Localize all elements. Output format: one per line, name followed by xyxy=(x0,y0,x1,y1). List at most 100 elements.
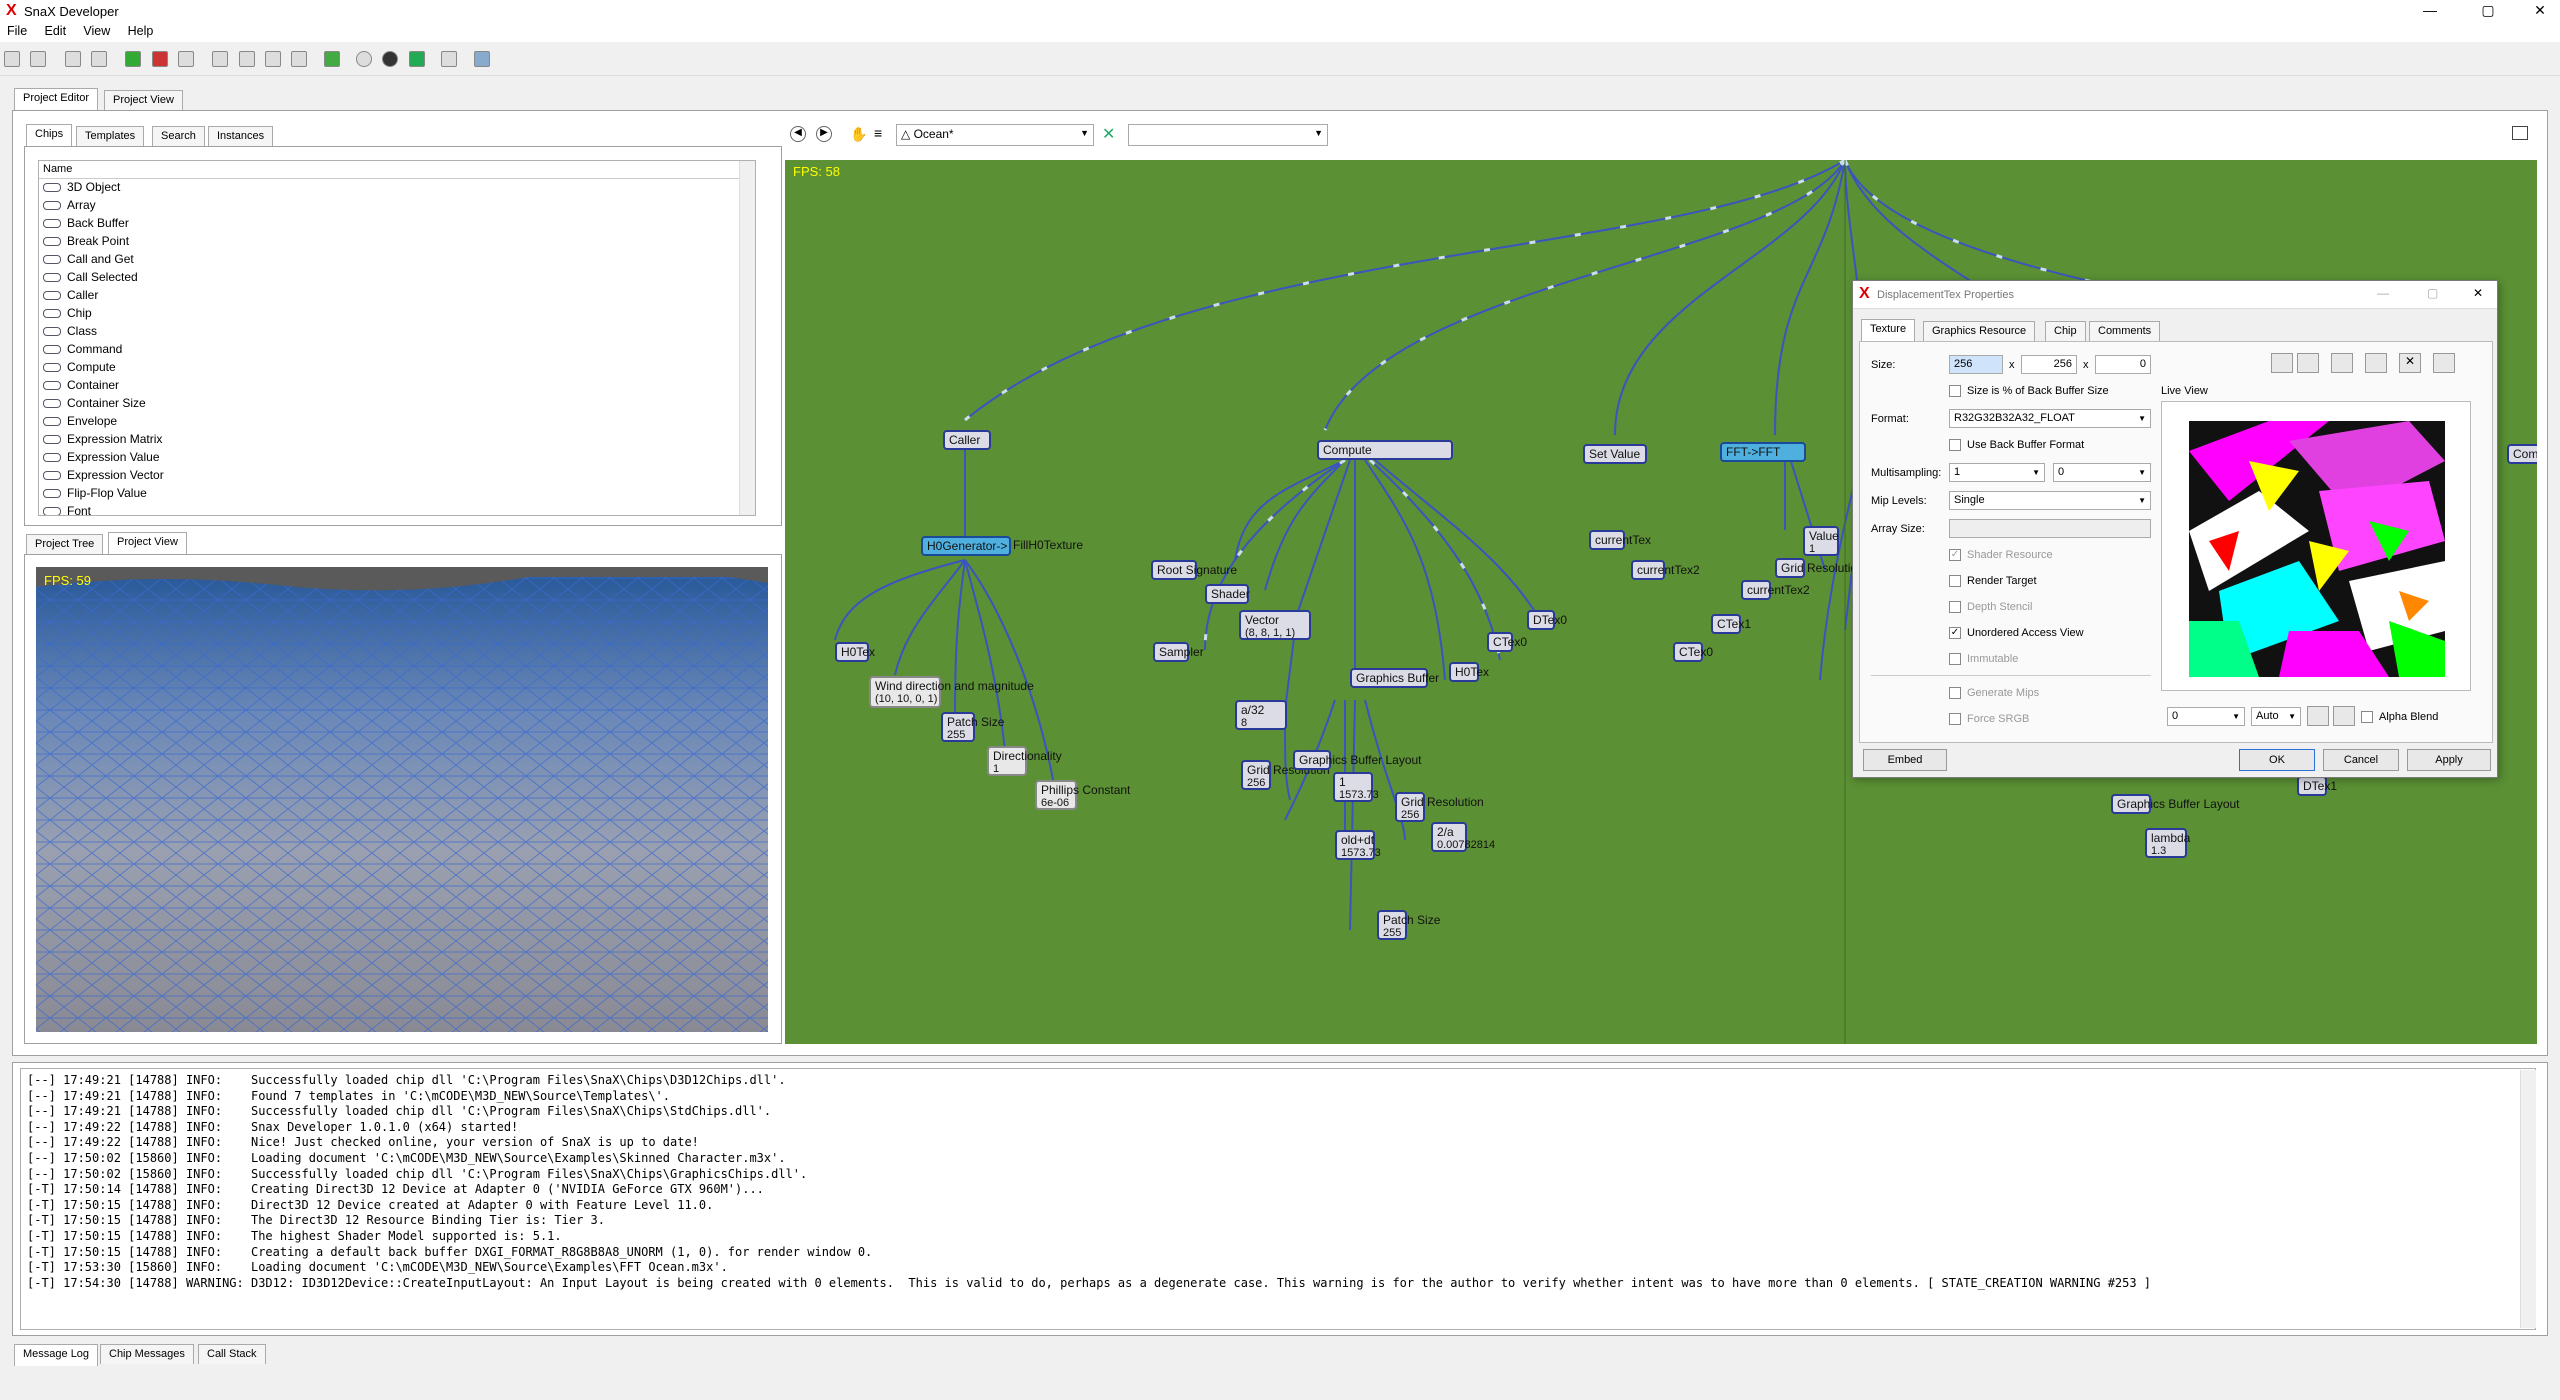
chip-list-item[interactable]: Font xyxy=(39,503,755,515)
chip-list-item[interactable]: Flip-Flop Value xyxy=(39,485,755,503)
shader-resource-checkbox[interactable]: ✓ Shader Resource xyxy=(1949,549,2053,562)
node-ctex0-b[interactable]: CTex0 xyxy=(1673,642,1713,662)
hand-icon[interactable]: ✋ xyxy=(850,126,867,143)
chip-list-item[interactable]: Break Point xyxy=(39,233,755,251)
back-icon[interactable]: ◀ xyxy=(790,126,806,142)
tab-project-view[interactable]: Project View xyxy=(104,90,183,110)
node-current-tex[interactable]: currentTex xyxy=(1589,530,1651,550)
node-root-signature[interactable]: Root Signature xyxy=(1151,560,1237,580)
forward-icon[interactable]: ▶ xyxy=(816,126,832,142)
embed-button[interactable]: Embed xyxy=(1863,749,1947,771)
open-icon[interactable] xyxy=(30,51,47,67)
node-h0tex[interactable]: H0Tex xyxy=(835,642,875,662)
stop-icon[interactable] xyxy=(382,51,399,67)
node-dtex1[interactable]: DTex1 xyxy=(2297,776,2337,796)
dialog-tab-chip[interactable]: Chip xyxy=(2045,321,2086,341)
node-current-tex2-b[interactable]: currentTex2 xyxy=(1741,580,1810,600)
node-current-tex2[interactable]: currentTex2 xyxy=(1631,560,1700,580)
tab-project-tree[interactable]: Project Tree xyxy=(26,534,104,554)
copy-icon[interactable] xyxy=(2365,353,2387,373)
node-gb-layout[interactable]: Graphics Buffer Layout xyxy=(1293,750,1422,770)
chip-list-item[interactable]: Class xyxy=(39,323,755,341)
tab-project-view-lower[interactable]: Project View xyxy=(108,532,187,554)
node-h0generator[interactable]: H0Generator-> xyxy=(921,536,1011,556)
tab-message-log[interactable]: Message Log xyxy=(14,1344,99,1366)
depth-stencil-checkbox[interactable]: Depth Stencil xyxy=(1949,601,2032,614)
node-sampler[interactable]: Sampler xyxy=(1153,642,1204,662)
node-compute[interactable]: Compute xyxy=(1317,440,1453,460)
render-target-checkbox[interactable]: Render Target xyxy=(1949,575,2037,588)
document-combo[interactable]: △ Ocean* ▼ xyxy=(896,124,1094,146)
node-gb-layout-2[interactable]: Graphics Buffer Layout xyxy=(2111,794,2240,814)
close-button[interactable]: ✕ xyxy=(2520,2,2560,19)
maximize-button[interactable]: ▢ xyxy=(2468,2,2508,19)
node-value[interactable]: Value 1 xyxy=(1803,526,1839,556)
menu-edit[interactable]: Edit xyxy=(38,22,74,40)
generate-mips-checkbox[interactable]: Generate Mips xyxy=(1949,687,2039,700)
debug-icon[interactable] xyxy=(408,51,425,67)
node-grid-resolution-2[interactable]: Grid Resolution 256 xyxy=(1395,792,1484,822)
force-srgb-checkbox[interactable]: Force SRGB xyxy=(1949,713,2029,726)
ok-button[interactable]: OK xyxy=(2239,749,2315,771)
node-old-dt[interactable]: old+dt 1573.73 xyxy=(1335,830,1381,860)
menu-file[interactable]: File xyxy=(0,22,34,40)
tab-instances[interactable]: Instances xyxy=(208,126,274,146)
clear-icon[interactable]: ✕ xyxy=(2399,353,2421,373)
chip-list-item[interactable]: Container xyxy=(39,377,755,395)
use-backbuffer-format-checkbox[interactable]: Use Back Buffer Format xyxy=(1949,439,2084,452)
node-patch-size[interactable]: Patch Size 255 xyxy=(941,712,1004,742)
menu-view[interactable]: View xyxy=(76,22,117,40)
node-shader[interactable]: Shader xyxy=(1205,584,1250,604)
mip-levels-combo[interactable]: Single ▼ xyxy=(1949,491,2151,510)
save-all-icon[interactable] xyxy=(151,51,168,67)
tab-chip-messages[interactable]: Chip Messages xyxy=(100,1344,194,1364)
node-grid-resolution-3[interactable]: Grid Resolution xyxy=(1775,558,1864,578)
node-phillips[interactable]: Phillips Constant 6e-06 xyxy=(1035,780,1130,810)
zoom-in-icon[interactable] xyxy=(2307,706,2329,726)
node-grid-resolution[interactable]: Grid Resolution 256 xyxy=(1241,760,1330,790)
chip-list-item[interactable]: Back Buffer xyxy=(39,215,755,233)
options-icon[interactable] xyxy=(2433,353,2455,373)
node-h0tex-2[interactable]: H0Tex xyxy=(1449,662,1489,682)
chip-list-item[interactable]: Call Selected xyxy=(39,269,755,287)
chip-list-item[interactable]: Chip xyxy=(39,305,755,323)
ms-count-combo[interactable]: 1 ▼ xyxy=(1949,463,2045,482)
node-lambda[interactable]: lambda 1.3 xyxy=(2145,828,2190,858)
list-icon[interactable]: ≡ xyxy=(874,125,882,141)
new-icon[interactable] xyxy=(4,51,20,67)
node-ctex1[interactable]: CTex1 xyxy=(1711,614,1751,634)
cut-icon[interactable] xyxy=(212,51,229,67)
node-directionality[interactable]: Directionality 1 xyxy=(987,746,1062,776)
dialog-tab-comments[interactable]: Comments xyxy=(2089,321,2161,341)
save-icon[interactable] xyxy=(125,51,142,67)
save-icon[interactable] xyxy=(2297,353,2319,373)
live-view-slice-combo[interactable]: 0 ▼ xyxy=(2167,707,2245,726)
tab-chips[interactable]: Chips xyxy=(26,124,73,146)
node-set-value[interactable]: Set Value xyxy=(1583,444,1647,464)
node-fft[interactable]: FFT->FFT xyxy=(1720,442,1806,462)
open-doc-icon[interactable] xyxy=(91,51,108,67)
column-header-name[interactable]: Name xyxy=(39,161,755,179)
alpha-blend-checkbox[interactable]: Alpha Blend xyxy=(2361,711,2438,724)
dialog-close-button[interactable]: ✕ xyxy=(2473,286,2483,300)
node-dtex0[interactable]: DTex0 xyxy=(1527,610,1567,630)
node-com[interactable]: Com xyxy=(2507,444,2537,464)
dialog-maximize-button[interactable]: ▢ xyxy=(2427,286,2438,300)
secondary-combo[interactable]: ▼ xyxy=(1128,124,1328,146)
export-icon[interactable] xyxy=(2331,353,2353,373)
dialog-tab-texture[interactable]: Texture xyxy=(1861,319,1916,341)
chip-list-item[interactable]: Compute xyxy=(39,359,755,377)
chip-list-item[interactable]: Command xyxy=(39,341,755,359)
copy-icon[interactable] xyxy=(238,51,255,67)
maximize-view-icon[interactable] xyxy=(2512,126,2528,140)
size-percent-checkbox[interactable]: Size is % of Back Buffer Size xyxy=(1949,385,2109,398)
size-depth-input[interactable]: 0 xyxy=(2095,355,2151,374)
chip-list-item[interactable]: Array xyxy=(39,197,755,215)
ms-quality-combo[interactable]: 0 ▼ xyxy=(2053,463,2151,482)
node-caller[interactable]: Caller xyxy=(943,430,991,450)
folder-icon[interactable] xyxy=(2271,353,2293,373)
tab-search[interactable]: Search xyxy=(152,126,205,146)
node-vector[interactable]: Vector (8, 8, 1, 1) xyxy=(1239,610,1311,640)
tab-templates[interactable]: Templates xyxy=(76,126,145,146)
zoom-out-icon[interactable] xyxy=(2333,706,2355,726)
